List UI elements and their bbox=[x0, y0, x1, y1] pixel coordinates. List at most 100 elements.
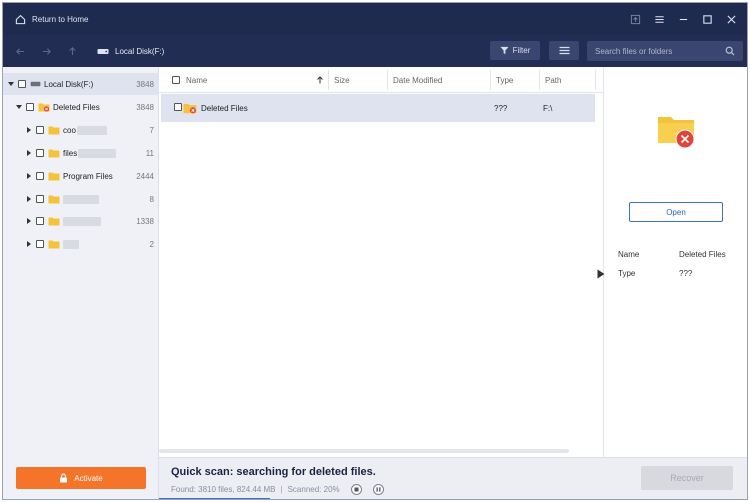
arrow-left-icon bbox=[15, 47, 24, 55]
arrow-up-icon bbox=[68, 46, 76, 55]
folder-icon bbox=[48, 195, 60, 204]
redacted-text bbox=[76, 125, 107, 135]
filter-icon bbox=[500, 46, 509, 55]
minimize-button[interactable] bbox=[675, 11, 691, 27]
tree-item-count: 2 bbox=[149, 239, 154, 249]
column-name[interactable]: Name bbox=[186, 67, 207, 93]
lock-icon bbox=[60, 473, 68, 483]
folder-icon bbox=[48, 217, 60, 226]
expand-right-icon[interactable] bbox=[25, 217, 33, 225]
open-button[interactable]: Open bbox=[629, 202, 723, 222]
home-icon bbox=[15, 14, 26, 24]
property-type-value: ??? bbox=[679, 269, 693, 278]
tree-item-label: files bbox=[63, 148, 78, 158]
expand-right-icon[interactable] bbox=[25, 149, 33, 157]
expand-right-icon[interactable] bbox=[25, 240, 33, 248]
checkbox[interactable] bbox=[36, 149, 44, 157]
deleted-folder-icon bbox=[658, 117, 695, 149]
app-window: Return to Home Local Disk(F:) Filter Sea… bbox=[2, 2, 748, 500]
expand-right-icon[interactable] bbox=[25, 126, 33, 134]
horizontal-scrollbar[interactable] bbox=[159, 449, 569, 453]
property-name-value: Deleted Files bbox=[679, 250, 726, 259]
search-icon[interactable] bbox=[725, 46, 735, 56]
location-breadcrumb[interactable]: Local Disk(F:) bbox=[97, 43, 164, 59]
folder-icon bbox=[48, 240, 60, 249]
row-name: Deleted Files bbox=[201, 103, 248, 113]
filter-button[interactable]: Filter bbox=[490, 41, 540, 60]
status-bar: Quick scan: searching for deleted files.… bbox=[159, 457, 747, 499]
stop-icon bbox=[354, 487, 359, 492]
tree-item-folder[interactable]: 2 bbox=[3, 233, 159, 255]
checkbox[interactable] bbox=[26, 103, 34, 111]
tree-item-count: 2444 bbox=[136, 171, 154, 181]
pause-scan-button[interactable] bbox=[372, 484, 384, 495]
expand-down-icon[interactable] bbox=[15, 103, 23, 111]
expand-right-icon[interactable] bbox=[25, 195, 33, 203]
checkbox[interactable] bbox=[36, 240, 44, 248]
checkbox[interactable] bbox=[36, 217, 44, 225]
tree-item-label: coo bbox=[63, 125, 76, 135]
upgrade-button[interactable] bbox=[627, 11, 643, 27]
activate-button[interactable]: Activate bbox=[16, 467, 146, 489]
tree-item-folder[interactable]: Program Files 2444 bbox=[3, 165, 159, 187]
folder-tree-panel: Local Disk(F:) 3848 Deleted Files 3848 c… bbox=[3, 67, 159, 499]
tree-item-count: 1338 bbox=[136, 216, 154, 226]
found-files-text: Found: 3810 files, 824.44 MB bbox=[171, 485, 276, 494]
row-path: F:\ bbox=[543, 103, 553, 113]
tree-item-folder[interactable]: files 11 bbox=[3, 142, 159, 164]
column-path[interactable]: Path bbox=[545, 67, 561, 93]
close-icon bbox=[726, 14, 736, 24]
checkbox[interactable] bbox=[18, 80, 26, 88]
folder-icon bbox=[48, 149, 60, 158]
return-home-button[interactable]: Return to Home bbox=[15, 11, 88, 27]
view-list-button[interactable] bbox=[549, 41, 579, 60]
list-view-icon bbox=[559, 46, 569, 55]
column-type[interactable]: Type bbox=[496, 67, 513, 93]
forward-button[interactable] bbox=[39, 43, 53, 59]
tree-item-folder[interactable]: 1338 bbox=[3, 210, 159, 232]
pause-icon bbox=[376, 487, 381, 492]
maximize-icon bbox=[702, 14, 712, 24]
close-button[interactable] bbox=[723, 11, 739, 27]
tree-item-label: Program Files bbox=[63, 171, 113, 181]
table-row[interactable]: Deleted Files ??? F:\ bbox=[161, 94, 595, 122]
maximize-button[interactable] bbox=[699, 11, 715, 27]
tree-item-count: 11 bbox=[145, 148, 154, 158]
recover-button[interactable]: Recover bbox=[641, 466, 733, 490]
up-button[interactable] bbox=[65, 43, 79, 59]
row-checkbox[interactable] bbox=[174, 103, 182, 111]
checkbox[interactable] bbox=[36, 195, 44, 203]
tree-item-folder[interactable]: 8 bbox=[3, 188, 159, 210]
drive-icon bbox=[30, 81, 41, 87]
sort-up-icon[interactable] bbox=[316, 76, 324, 84]
row-type: ??? bbox=[494, 103, 508, 113]
search-box bbox=[587, 41, 743, 61]
collapse-panel-arrow-icon[interactable] bbox=[597, 269, 605, 279]
open-label: Open bbox=[666, 207, 686, 217]
scan-status-title: Quick scan: searching for deleted files. bbox=[171, 466, 376, 478]
tree-item-local-disk[interactable]: Local Disk(F:) 3848 bbox=[3, 73, 159, 95]
redacted-text bbox=[78, 148, 117, 158]
minimize-icon bbox=[679, 18, 687, 20]
title-bar: Return to Home bbox=[3, 3, 747, 35]
select-all-checkbox[interactable] bbox=[172, 76, 180, 84]
deleted-folder-icon bbox=[38, 103, 50, 112]
checkbox[interactable] bbox=[36, 126, 44, 134]
arrow-right-icon bbox=[42, 47, 51, 55]
checkbox[interactable] bbox=[36, 172, 44, 180]
tree-item-folder[interactable]: coo 7 bbox=[3, 119, 159, 141]
tree-item-deleted-files[interactable]: Deleted Files 3848 bbox=[3, 96, 159, 118]
stop-scan-button[interactable] bbox=[350, 484, 362, 495]
expand-down-icon[interactable] bbox=[7, 80, 15, 88]
folder-icon bbox=[48, 126, 60, 135]
back-button[interactable] bbox=[13, 43, 27, 59]
search-input[interactable] bbox=[587, 41, 721, 61]
expand-right-icon[interactable] bbox=[25, 172, 33, 180]
column-size[interactable]: Size bbox=[334, 67, 350, 93]
recover-label: Recover bbox=[670, 473, 704, 483]
toolbar: Local Disk(F:) Filter bbox=[3, 35, 747, 67]
tree-item-label: Local Disk(F:) bbox=[44, 79, 94, 89]
column-date-modified[interactable]: Date Modified bbox=[393, 67, 442, 93]
menu-button[interactable] bbox=[651, 11, 667, 27]
tree-item-count: 7 bbox=[149, 125, 154, 135]
